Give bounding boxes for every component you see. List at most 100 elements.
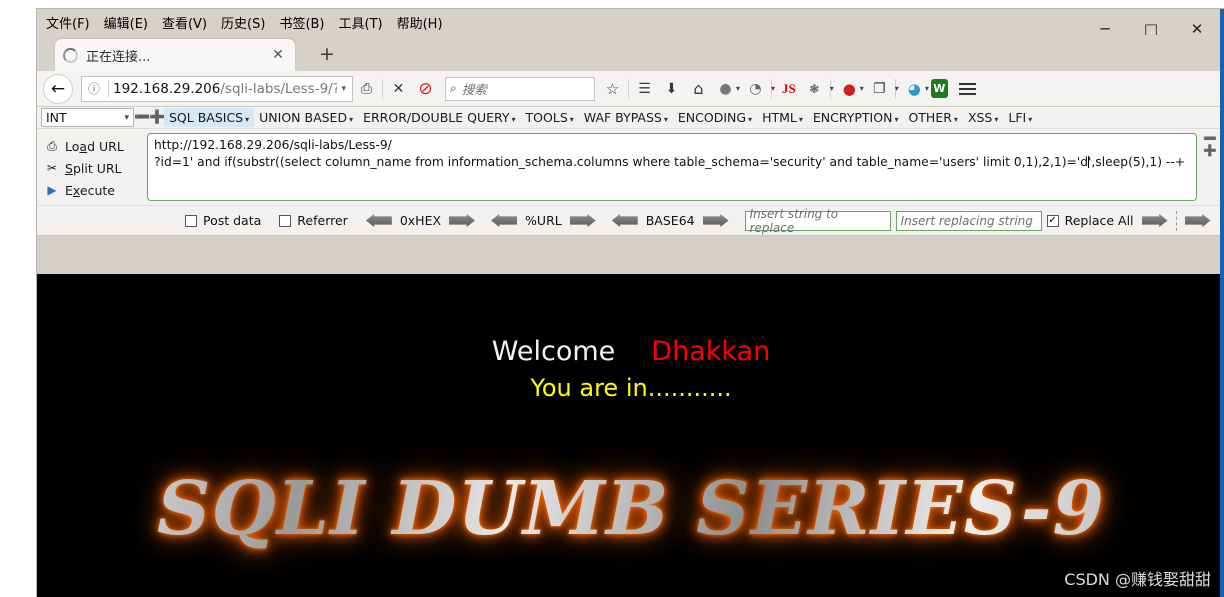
tab-title: 正在连接... <box>86 49 151 65</box>
url-dropdown-icon[interactable]: ▾ <box>337 83 350 94</box>
noscript-icon[interactable]: ⊘ <box>412 75 439 103</box>
base64-decode-arrow-icon[interactable] <box>611 214 638 227</box>
url-decode-arrow-icon[interactable] <box>491 214 518 227</box>
hackbar-menu-tools[interactable]: TOOLS ▾ <box>521 108 579 127</box>
javascript-toggle[interactable]: JS <box>777 81 801 97</box>
library-icon[interactable]: ☰ <box>631 75 658 103</box>
chevron-down-icon: ▾ <box>511 115 516 124</box>
toolbar-divider <box>382 78 383 99</box>
username-text: Dhakkan <box>651 336 771 367</box>
spider-icon[interactable]: ❃ <box>801 75 828 103</box>
url-path: /sqli-labs/Less-9/? <box>220 80 338 97</box>
execute-label-key: x <box>72 182 80 198</box>
hackbar-menu-html[interactable]: HTML ▾ <box>757 108 808 127</box>
menu-item-view[interactable]: 查看(V) <box>155 11 214 34</box>
search-input[interactable]: ⌕ 搜索 <box>445 76 595 101</box>
payload-query-post: ',sleep(5),1) --+ <box>1088 155 1186 169</box>
chevron-down-icon[interactable]: ▾ <box>895 84 899 93</box>
hackbar-menu-error-double-query[interactable]: ERROR/DOUBLE QUERY ▾ <box>358 108 520 127</box>
search-icon: ⌕ <box>450 81 457 95</box>
cookie-icon[interactable]: ◔ <box>742 75 769 103</box>
referrer-checkbox[interactable]: Referrer <box>279 213 348 228</box>
add-payload-button[interactable]: ➕ <box>149 110 165 125</box>
server-icon[interactable]: ⎙ <box>353 75 380 103</box>
load-url-label-key: a <box>79 138 88 154</box>
chevron-down-icon: ▾ <box>124 112 129 123</box>
back-button[interactable]: ← <box>43 73 73 104</box>
tab-strip: 正在连接... ✕ + <box>37 35 1224 71</box>
download-icon[interactable]: ⬇ <box>658 75 685 103</box>
red-extension-icon[interactable]: ● <box>836 75 863 103</box>
hex-encode-arrow-icon[interactable] <box>449 214 476 227</box>
execute-button[interactable]: ▶ Execute <box>39 179 147 201</box>
user-agent-icon[interactable]: ● <box>712 75 739 103</box>
welcome-line: Welcome Dhakkan <box>37 336 1224 367</box>
chevron-down-icon[interactable]: ▾ <box>925 84 929 93</box>
payload-query-pre: ?id=1' and if(substr((select column_name… <box>154 155 1089 169</box>
checkbox-box: ✓ <box>1046 214 1059 227</box>
split-url-label-post: plit URL <box>72 160 122 176</box>
home-icon[interactable]: ⌂ <box>685 75 712 103</box>
payload-textarea[interactable]: http://192.168.29.206/sqli-labs/Less-9/ … <box>147 133 1197 201</box>
ie-tab-icon[interactable]: ◕ <box>901 75 928 103</box>
hackbar-body: ⎙ Load URL ✂ Split URL ▶ Execute http://… <box>37 129 1224 205</box>
hackbar-menu-union-based[interactable]: UNION BASED ▾ <box>254 108 358 127</box>
bookmark-star-icon[interactable]: ☆ <box>599 75 626 103</box>
page-copy-icon[interactable]: ❐ <box>866 75 893 103</box>
replace-apply-all-arrow-icon[interactable] <box>1184 214 1211 227</box>
hex-decode-arrow-icon[interactable] <box>365 214 392 227</box>
menu-item-file[interactable]: 文件(F) <box>39 11 97 34</box>
hackbar-menu-row: INT ▾ ➖ ➕ SQL BASICS ▾ UNION BASED ▾ ERROR… <box>37 107 1224 129</box>
replace-with-input[interactable]: Insert replacing string <box>895 210 1042 231</box>
remove-payload-button[interactable]: ➖ <box>134 110 150 125</box>
payload-scroll-down-button[interactable]: ➕ <box>1203 145 1217 157</box>
hackbar-menu-waf-bypass[interactable]: WAF BYPASS ▾ <box>579 108 673 127</box>
split-url-scissors-icon: ✂ <box>46 161 58 175</box>
stop-icon[interactable]: ✕ <box>385 75 412 103</box>
new-tab-button[interactable]: + <box>319 44 335 64</box>
chevron-down-icon[interactable]: ▾ <box>736 84 740 93</box>
chevron-down-icon[interactable]: ▾ <box>860 84 864 93</box>
load-url-label-pre: Lo <box>65 138 80 154</box>
hackbar-menu-encoding[interactable]: ENCODING ▾ <box>673 108 757 127</box>
tab-close-icon[interactable]: ✕ <box>269 47 287 63</box>
toolbar-divider <box>628 78 629 99</box>
window-frame: 文件(F) 编辑(E) 查看(V) 历史(S) 书签(B) 工具(T) 帮助(H… <box>36 8 1224 597</box>
load-url-button[interactable]: ⎙ Load URL <box>39 135 147 157</box>
menu-item-tools[interactable]: 工具(T) <box>332 11 390 34</box>
menu-item-bookmarks[interactable]: 书签(B) <box>272 11 331 34</box>
hackbar-menu-sql-basics[interactable]: SQL BASICS ▾ <box>164 108 255 127</box>
url-encode-group: %URL <box>491 213 596 228</box>
hackbar-menu-lfi[interactable]: LFI ▾ <box>1003 108 1037 127</box>
hackbar-menu-encryption[interactable]: ENCRYPTION ▾ <box>808 108 904 127</box>
referrer-label: Referrer <box>297 213 348 228</box>
url-encode-arrow-icon[interactable] <box>569 214 596 227</box>
replace-apply-arrow-icon[interactable] <box>1141 214 1168 227</box>
url-bar[interactable]: ⓘ 192.168.29.206/sqli-labs/Less-9/? ▾ <box>81 75 353 102</box>
base64-label: BASE64 <box>645 213 695 228</box>
menu-item-history[interactable]: 历史(S) <box>214 11 272 34</box>
execute-play-icon: ▶ <box>47 183 57 197</box>
replace-search-input[interactable]: Insert string to replace <box>744 207 891 235</box>
split-url-label: Split URL <box>65 161 122 176</box>
menu-item-edit[interactable]: 编辑(E) <box>97 11 155 34</box>
chevron-down-icon: ▾ <box>569 115 574 124</box>
url-divider <box>108 79 109 98</box>
payload-type-select[interactable]: INT ▾ <box>41 108 134 127</box>
site-info-icon[interactable]: ⓘ <box>84 80 104 97</box>
post-data-checkbox[interactable]: Post data <box>185 213 261 228</box>
menu-item-help[interactable]: 帮助(H) <box>390 11 450 34</box>
firefox-menu-icon[interactable] <box>954 82 982 95</box>
adblock-shield-icon[interactable]: W <box>930 79 948 98</box>
chevron-down-icon[interactable]: ▾ <box>771 84 775 93</box>
base64-encode-arrow-icon[interactable] <box>702 214 729 227</box>
hackbar-panel: INT ▾ ➖ ➕ SQL BASICS ▾ UNION BASED ▾ ERROR… <box>37 107 1224 236</box>
chevron-down-icon[interactable]: ▾ <box>830 84 834 93</box>
hackbar-menu-xss[interactable]: XSS ▾ <box>963 108 1003 127</box>
execute-label: Execute <box>65 183 115 198</box>
replace-all-checkbox[interactable]: ✓ Replace All <box>1046 213 1134 228</box>
chevron-down-icon: ▾ <box>994 115 999 124</box>
hackbar-menu-other[interactable]: OTHER ▾ <box>903 108 962 127</box>
split-url-button[interactable]: ✂ Split URL <box>39 157 147 179</box>
tab-connecting[interactable]: 正在连接... ✕ <box>55 39 295 71</box>
